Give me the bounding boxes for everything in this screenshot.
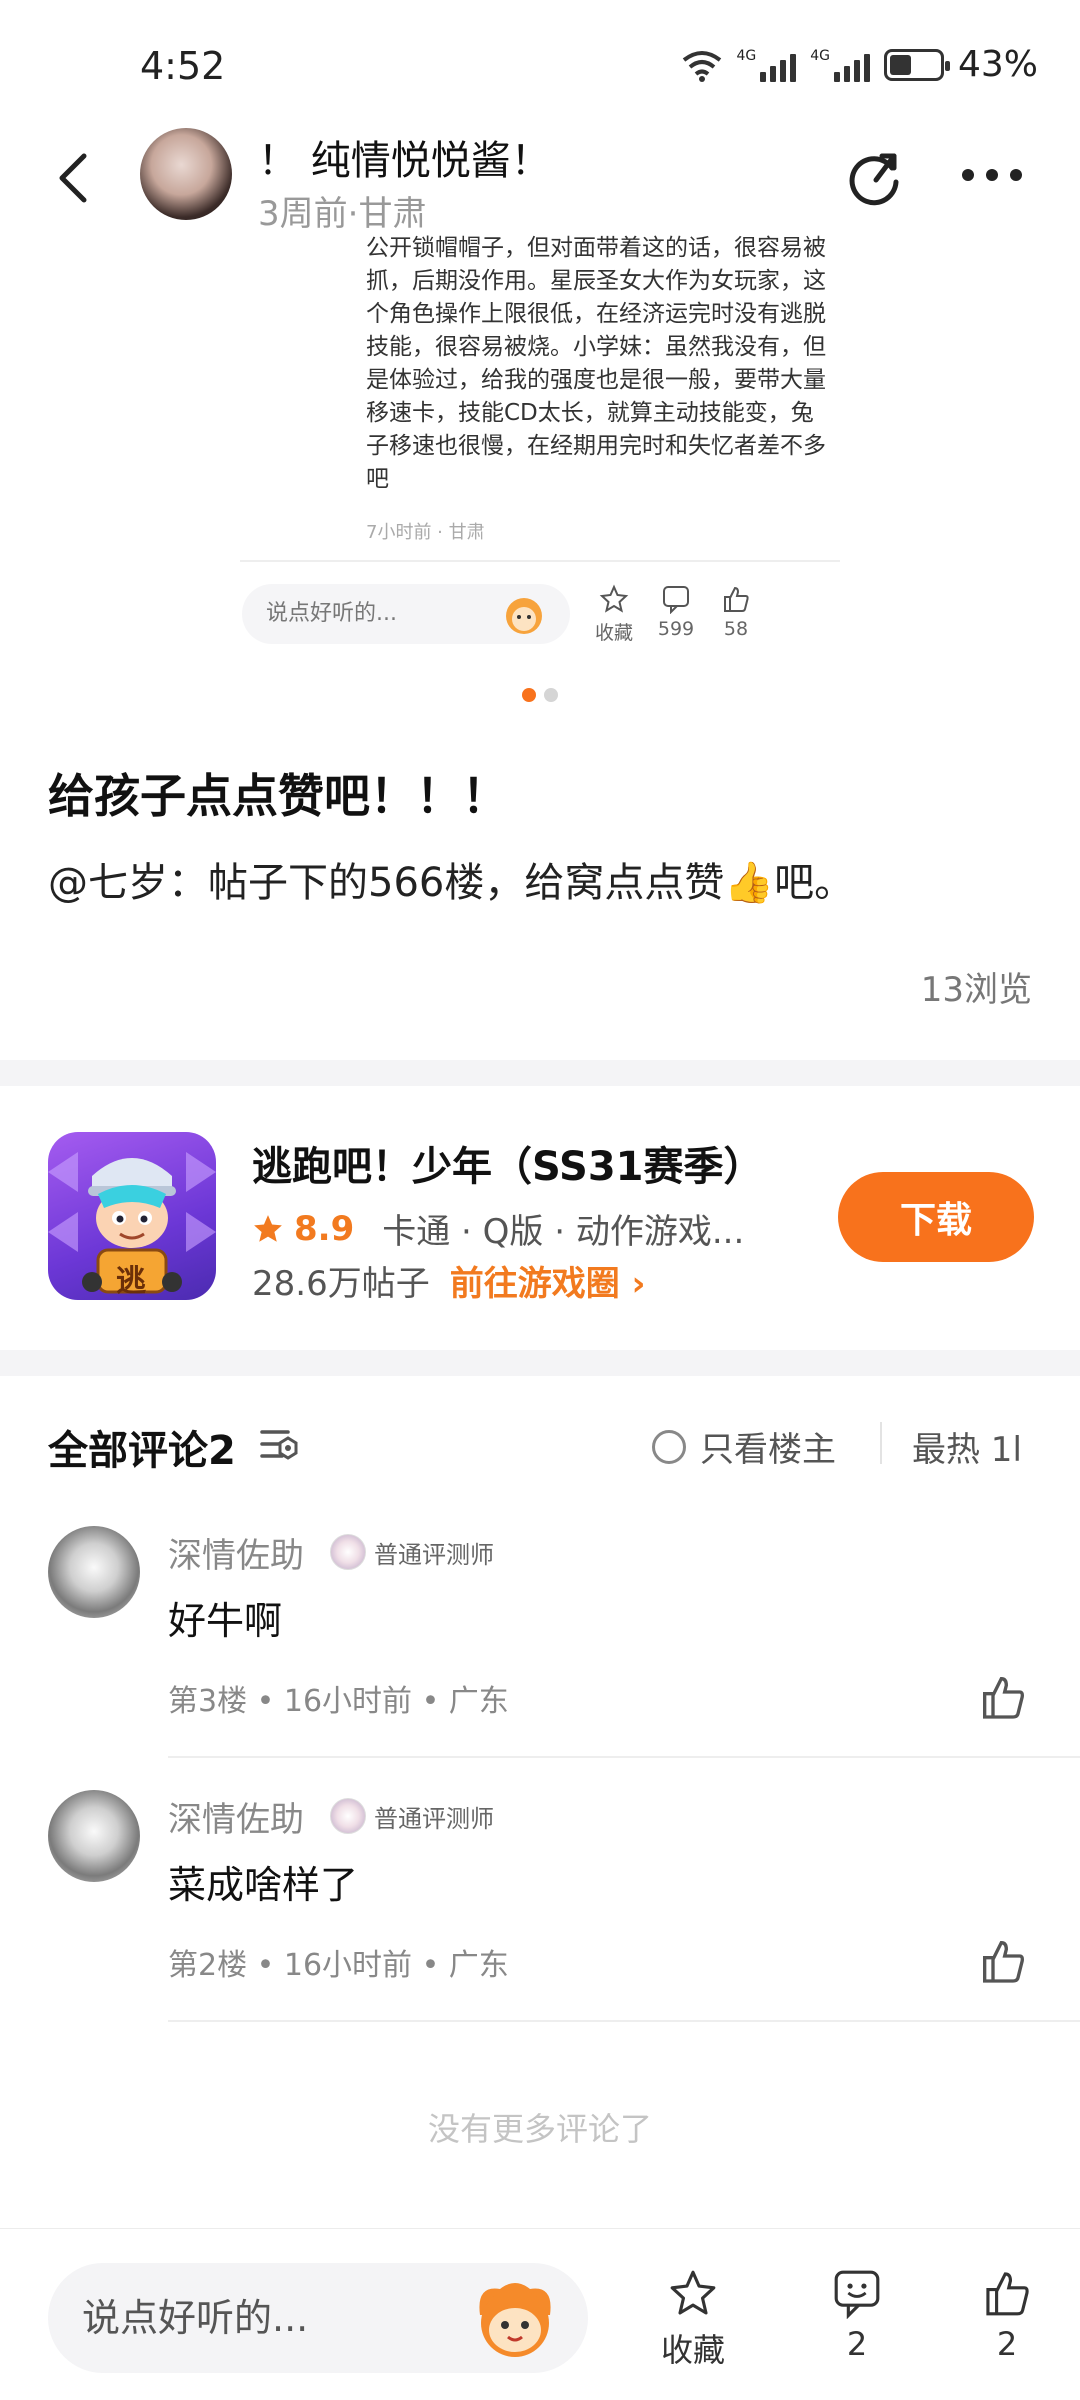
filter-icon[interactable] xyxy=(258,1424,304,1464)
author-name[interactable]: ！ 纯情悦悦酱！ xyxy=(258,128,551,186)
post-title: 给孩子点点赞吧！！！ xyxy=(48,769,508,823)
image-pager-dots xyxy=(522,688,558,702)
comment-like-icon[interactable] xyxy=(978,1672,1028,1722)
battery-percent: 43% xyxy=(957,44,1038,85)
comment-meta: 第3楼 • 16小时前 • 广东 xyxy=(168,1684,509,1719)
star-icon xyxy=(670,2270,716,2315)
game-tags: 卡通 · Q版 · 动作游戏... xyxy=(382,1212,745,1252)
comment-button[interactable]: 2 xyxy=(802,2267,912,2363)
comment-divider xyxy=(168,1756,1080,1758)
battery-icon xyxy=(883,48,950,81)
more-icon[interactable] xyxy=(962,160,1032,190)
cell-signal-2-icon: 4G xyxy=(810,48,870,82)
share-icon[interactable] xyxy=(846,146,908,208)
cell-signal-1-icon: 4G xyxy=(736,48,797,82)
mascot-icon xyxy=(506,598,542,634)
no-more-comments: 没有更多评论了 xyxy=(427,2110,652,2148)
game-icon-glyph: 逃 xyxy=(116,1264,146,1299)
section-divider xyxy=(0,1350,1080,1376)
view-count: 13浏览 xyxy=(920,970,1032,1010)
post-body: @七岁：帖子下的566楼，给窝点点赞👍吧。 xyxy=(48,860,855,906)
sort-dropdown[interactable]: 最热 1l xyxy=(912,1422,1022,1471)
post-meta: 3周前·甘肃 xyxy=(258,194,427,234)
commenter-badge: 普通评测师 xyxy=(330,1534,494,1570)
comment-meta: 第2楼 • 16小时前 • 广东 xyxy=(168,1948,509,1983)
header-divider xyxy=(880,1422,882,1464)
collect-button[interactable]: 收藏 xyxy=(638,2267,748,2371)
badge-icon xyxy=(330,1534,366,1570)
commenter-name[interactable]: 深情佐助 xyxy=(168,1528,304,1577)
game-icon[interactable]: 逃 xyxy=(48,1132,216,1300)
embedded-meta: 7小时前 · 甘肃 xyxy=(366,522,485,543)
comment-icon xyxy=(834,2270,880,2319)
status-time: 4:52 xyxy=(140,44,226,88)
download-button[interactable]: 下载 xyxy=(838,1172,1034,1262)
only-op-toggle[interactable]: 只看楼主 xyxy=(652,1422,836,1471)
game-stats-row: 28.6万帖子 前往游戏圈 › xyxy=(252,1256,646,1305)
radio-icon[interactable] xyxy=(652,1429,686,1464)
goto-game-circle-link[interactable]: 前往游戏圈 › xyxy=(450,1256,646,1305)
game-rating: 8.9 xyxy=(294,1208,355,1249)
author-avatar[interactable] xyxy=(140,128,232,220)
commenter-name[interactable]: 深情佐助 xyxy=(168,1792,304,1841)
comments-title: 全部评论2 xyxy=(48,1428,236,1474)
star-icon xyxy=(599,584,629,613)
like-button[interactable]: 2 xyxy=(952,2267,1062,2363)
game-rating-row: 8.9 卡通 · Q版 · 动作游戏... xyxy=(252,1204,744,1253)
thumbs-up-icon xyxy=(986,2272,1029,2316)
badge-icon xyxy=(330,1798,366,1834)
comment-icon xyxy=(663,586,689,614)
rating-star-icon xyxy=(254,1214,282,1242)
only-op-label: 只看楼主 xyxy=(700,1430,836,1470)
embedded-text: 公开锁帽帽子，但对面带着这的话，很容易被抓，后期没作用。星辰圣女大作为女玩家，这… xyxy=(366,235,826,492)
thumbs-up-icon xyxy=(724,586,749,612)
embedded-divider xyxy=(240,560,840,562)
mascot-icon[interactable] xyxy=(470,2275,560,2361)
comment-text: 好牛啊 xyxy=(168,1599,283,1643)
bottom-bar: 说点好听的... 收藏 2 2 xyxy=(0,2228,1080,2400)
embedded-likes: 58 xyxy=(696,584,776,640)
status-icons: 4G 4G 43% xyxy=(682,44,1038,85)
post-image[interactable]: 公开锁帽帽子，但对面带着这的话，很容易被抓，后期没作用。星辰圣女大作为女玩家，这… xyxy=(200,232,880,652)
comment-divider xyxy=(168,2020,1080,2022)
chevron-right-icon: › xyxy=(631,1264,646,1304)
commenter-avatar[interactable] xyxy=(48,1526,140,1618)
section-divider xyxy=(0,1060,1080,1086)
comment-text: 菜成啥样了 xyxy=(168,1863,359,1907)
game-post-count: 28.6万帖子 xyxy=(252,1264,430,1304)
back-icon[interactable] xyxy=(46,148,106,208)
pager-dot-active xyxy=(522,688,536,702)
game-title[interactable]: 逃跑吧！少年（SS31赛季） xyxy=(252,1134,763,1192)
wifi-icon xyxy=(683,50,722,82)
commenter-badge: 普通评测师 xyxy=(330,1798,494,1834)
battery-fill xyxy=(889,54,911,75)
commenter-avatar[interactable] xyxy=(48,1790,140,1882)
comment-like-icon[interactable] xyxy=(978,1936,1028,1986)
pager-dot xyxy=(544,688,558,702)
